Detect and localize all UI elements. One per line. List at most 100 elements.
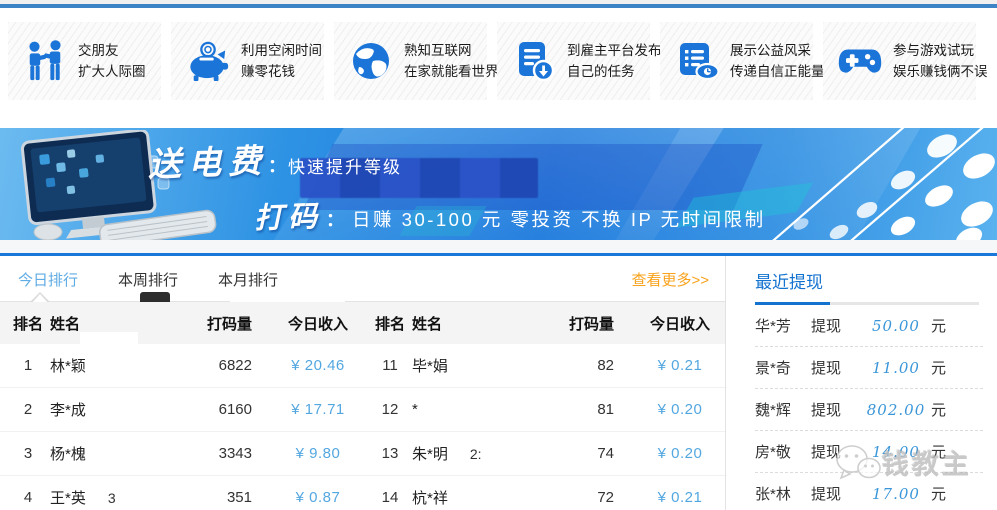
banner-promo-script: 送电费: [147, 134, 269, 186]
cell-income: ¥ 0.21: [622, 357, 738, 374]
feature-internet[interactable]: 熟知互联网 在家就能看世界: [334, 22, 487, 100]
feature-line1: 熟知互联网: [404, 40, 499, 61]
page: 交朋友 扩大人际圈 利用空闲时间 赚零花钱: [0, 0, 997, 510]
dot-pattern: [727, 128, 997, 240]
ranking-tabbar: 今日排行 本周排行 本月排行 查看更多>>: [0, 256, 725, 302]
cell-name: 李*成: [50, 402, 86, 419]
withdrawal-amount: 14.00: [861, 443, 931, 461]
withdrawal-item: 房*敬 提现 14.00 元: [755, 431, 983, 473]
cell-name: 毕*娟: [412, 358, 448, 375]
feature-line1: 交朋友: [78, 40, 146, 61]
header-count: 打码量: [564, 313, 614, 334]
cell-name: 朱*明: [412, 446, 448, 463]
tab-week-ranking[interactable]: 本周排行: [118, 269, 178, 290]
banner-dama-line: 打码 ： 日赚 30-100 元 零投资 不换 IP 无时间限制: [254, 194, 766, 236]
banner-promo-line: 送电费 ： 快速提升等级: [148, 136, 402, 184]
cell-name: 王*英: [50, 490, 86, 507]
withdrawal-unit: 元: [931, 483, 961, 504]
cell-income: ¥ 0.87: [260, 489, 376, 506]
handshake-icon: [20, 40, 70, 82]
showcase-eye-icon: [672, 39, 722, 83]
withdrawal-unit: 元: [931, 441, 961, 462]
tab-month-ranking[interactable]: 本月排行: [218, 269, 278, 290]
header-rank: 排名: [6, 313, 50, 334]
cell-count: 6822: [202, 357, 252, 374]
withdrawal-action: 提现: [811, 357, 861, 378]
withdrawal-item: 魏*辉 提现 802.00 元: [755, 389, 983, 431]
redaction-remnant: 3: [108, 490, 116, 506]
withdrawals-title: 最近提现: [755, 268, 983, 293]
withdrawals-title-rule: [755, 302, 979, 305]
feature-line1: 参与游戏试玩: [893, 40, 988, 61]
redaction-remnant: 2:: [470, 446, 482, 462]
feature-line1: 到雇主平台发布: [567, 40, 662, 61]
withdrawal-action: 提现: [811, 483, 861, 504]
cell-rank: 1: [6, 357, 50, 374]
banner-promo-text: 快速提升等级: [288, 153, 402, 178]
content-area: 今日排行 本周排行 本月排行 查看更多>> 排名 姓名 打码量 今日收入 排名: [0, 256, 997, 510]
table-header-group-right: 排名 姓名 打码量 今日收入: [362, 313, 724, 334]
feature-pocket-money[interactable]: 利用空闲时间 赚零花钱: [171, 22, 324, 100]
cell-income: ¥ 0.20: [622, 445, 738, 462]
gamepad-icon: [835, 41, 885, 81]
feature-publish-task[interactable]: 到雇主平台发布 自己的任务: [497, 22, 650, 100]
withdrawal-name: 房*敬: [755, 441, 811, 462]
cell-rank: 3: [6, 445, 50, 462]
piggy-bank-icon: [183, 40, 233, 82]
cell-income: ¥ 20.46: [260, 357, 376, 374]
view-more-link[interactable]: 查看更多>>: [631, 269, 709, 290]
withdrawal-action: 提现: [811, 441, 861, 462]
cell-count: 82: [564, 357, 614, 374]
recent-withdrawals-panel: 最近提现 华*芳 提现 50.00 元 景*奇 提现 11.00 元 魏*辉 提…: [726, 256, 997, 510]
cell-count: 3343: [202, 445, 252, 462]
table-row: 1 林*颖 6822 ¥ 20.46 11 毕*娟 82 ¥ 0.21: [0, 344, 725, 388]
feature-game-trial[interactable]: 参与游戏试玩 娱乐赚钱俩不误: [823, 22, 976, 100]
globe-icon: [346, 39, 396, 83]
cell-income: ¥ 17.71: [260, 401, 376, 418]
withdrawal-unit: 元: [931, 399, 961, 420]
withdrawal-action: 提现: [811, 399, 861, 420]
feature-charity[interactable]: 展示公益风采 传递自信正能量: [660, 22, 813, 100]
cell-income: ¥ 0.20: [622, 401, 738, 418]
withdrawal-amount: 50.00: [861, 317, 931, 335]
withdrawal-name: 景*奇: [755, 357, 811, 378]
top-blue-bar: [0, 4, 997, 8]
banner-dama-colon: ：: [326, 206, 344, 232]
table-header-row: 排名 姓名 打码量 今日收入 排名 姓名 打码量 今日收入: [0, 302, 725, 344]
header-count: 打码量: [202, 313, 252, 334]
cell-name: *: [412, 401, 418, 418]
feature-line2: 自己的任务: [567, 61, 662, 82]
banner-promo-colon: ：: [268, 152, 286, 178]
cell-income: ¥ 0.21: [622, 489, 738, 506]
withdrawal-item: 张*林 提现 17.00 元: [755, 473, 983, 510]
table-row: 2 李*成 6160 ¥ 17.71 12 * 81 ¥ 0.20: [0, 388, 725, 432]
header-name: 姓名: [50, 313, 202, 334]
feature-line1: 利用空闲时间: [241, 40, 322, 61]
header-name: 姓名: [412, 313, 564, 334]
cell-count: 72: [564, 489, 614, 506]
feature-line1: 展示公益风采: [730, 40, 825, 61]
withdrawal-amount: 11.00: [861, 359, 931, 377]
withdrawal-amount: 802.00: [861, 401, 931, 419]
feature-line2: 赚零花钱: [241, 61, 322, 82]
feature-line2: 传递自信正能量: [730, 61, 825, 82]
withdrawal-action: 提现: [811, 315, 861, 336]
table-header-group-left: 排名 姓名 打码量 今日收入: [0, 313, 362, 334]
header-income: 今日收入: [622, 313, 738, 334]
withdrawal-item: 景*奇 提现 11.00 元: [755, 347, 983, 389]
withdrawal-name: 魏*辉: [755, 399, 811, 420]
redaction-patch: [80, 332, 138, 344]
feature-line2: 娱乐赚钱俩不误: [893, 61, 988, 82]
cell-name: 林*颖: [50, 358, 86, 375]
withdrawal-name: 华*芳: [755, 315, 811, 336]
cell-count: 351: [202, 489, 252, 506]
table-row: 4 王*英3 351 ¥ 0.87 14 杭*祥 72 ¥ 0.21: [0, 476, 725, 510]
promo-banner[interactable]: 送电费 ： 快速提升等级 打码 ： 日赚 30-100 元 零投资 不换 IP …: [0, 128, 997, 240]
feature-make-friends[interactable]: 交朋友 扩大人际圈: [8, 22, 161, 100]
tab-today-ranking[interactable]: 今日排行: [18, 269, 78, 290]
cell-name: 杨*槐: [50, 446, 86, 463]
withdrawal-amount: 17.00: [861, 485, 931, 503]
cell-rank: 4: [6, 489, 50, 506]
cell-rank: 2: [6, 401, 50, 418]
feature-row: 交朋友 扩大人际圈 利用空闲时间 赚零花钱: [8, 22, 976, 100]
